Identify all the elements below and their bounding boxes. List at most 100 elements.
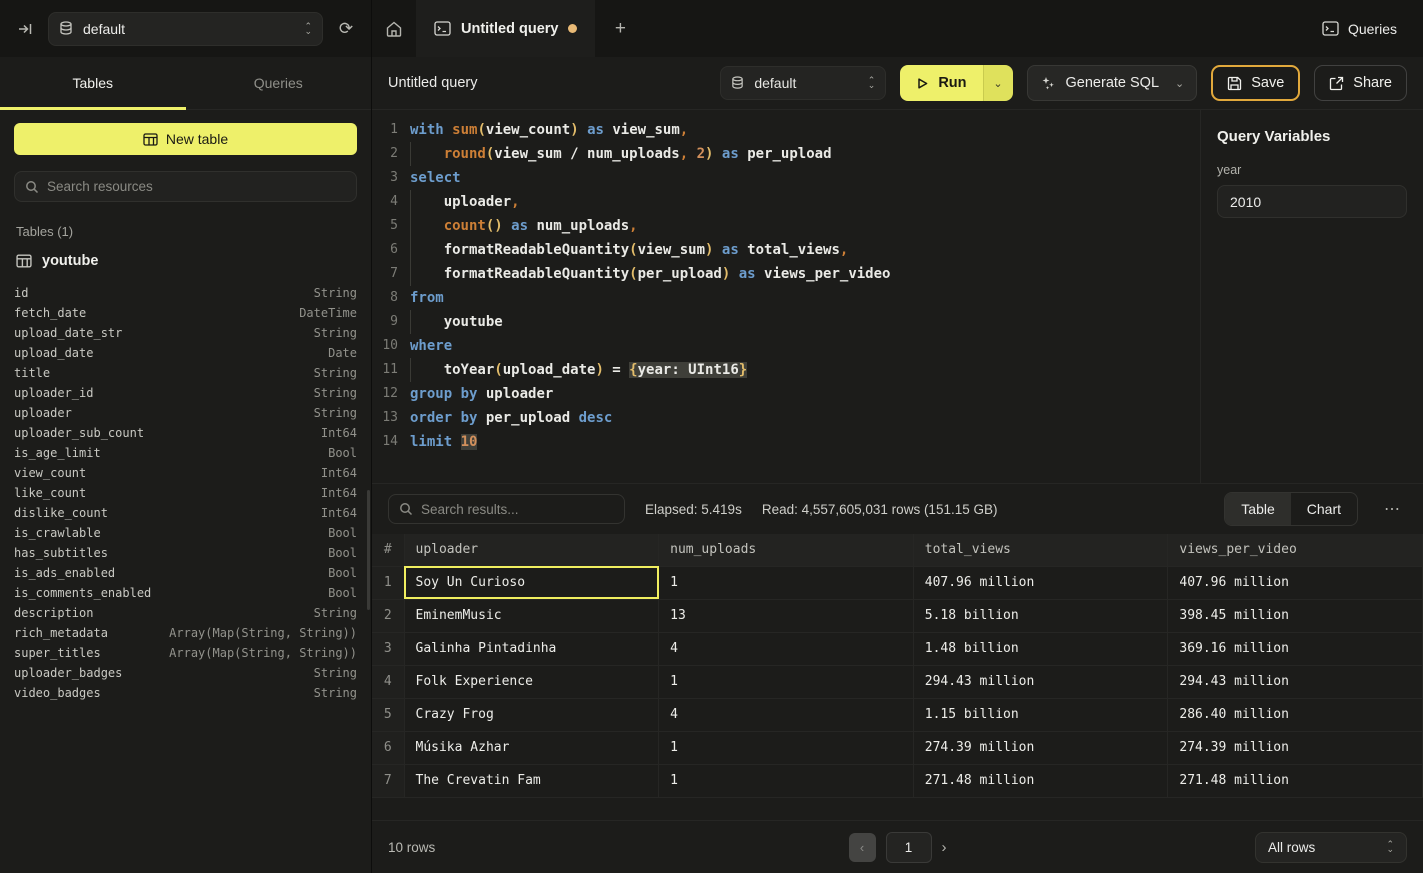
schema-column-row[interactable]: idString (14, 283, 357, 303)
tab-queries[interactable]: Queries (186, 57, 372, 109)
schema-column-row[interactable]: titleString (14, 363, 357, 383)
cell[interactable]: Crazy Frog (404, 698, 659, 731)
code-line[interactable]: 8from (372, 286, 1200, 310)
column-header-uploader[interactable]: uploader (404, 534, 659, 566)
cell[interactable]: Músika Azhar (404, 731, 659, 764)
schema-column-row[interactable]: upload_date_strString (14, 323, 357, 343)
sql-editor[interactable]: 1with sum(view_count) as view_sum,2 roun… (372, 110, 1200, 483)
cell[interactable]: 1.48 billion (913, 632, 1168, 665)
column-header-num_uploads[interactable]: num_uploads (659, 534, 914, 566)
tab-tables[interactable]: Tables (0, 57, 186, 109)
prev-page-button[interactable]: ‹ (849, 833, 876, 862)
schema-column-row[interactable]: dislike_countInt64 (14, 503, 357, 523)
cell[interactable]: 5.18 billion (913, 599, 1168, 632)
cell[interactable]: 4 (659, 632, 914, 665)
code-line[interactable]: 5 count() as num_uploads, (372, 214, 1200, 238)
cell[interactable]: Soy Un Curioso (404, 566, 659, 599)
schema-column-row[interactable]: is_crawlableBool (14, 523, 357, 543)
run-button[interactable]: Run (900, 65, 982, 101)
cell[interactable]: 1 (659, 764, 914, 797)
new-query-tab-button[interactable]: + (595, 0, 645, 57)
schema-column-row[interactable]: like_countInt64 (14, 483, 357, 503)
code-line[interactable]: 10where (372, 334, 1200, 358)
code-line[interactable]: 14limit 10 (372, 430, 1200, 454)
code-line[interactable]: 4 uploader, (372, 190, 1200, 214)
resource-search[interactable] (14, 171, 357, 202)
cell[interactable]: Galinha Pintadinha (404, 632, 659, 665)
schema-column-row[interactable]: video_badgesString (14, 683, 357, 703)
current-page[interactable]: 1 (886, 832, 932, 863)
cell[interactable]: Folk Experience (404, 665, 659, 698)
cell[interactable]: 1 (659, 566, 914, 599)
schema-column-row[interactable]: fetch_dateDateTime (14, 303, 357, 323)
cell[interactable]: 369.16 million (1168, 632, 1423, 665)
toolbar-database-selector[interactable]: default ⌃⌄ (720, 66, 886, 100)
new-table-button[interactable]: New table (14, 123, 357, 155)
cell[interactable]: The Crevatin Fam (404, 764, 659, 797)
schema-column-row[interactable]: is_ads_enabledBool (14, 563, 357, 583)
cell[interactable]: 398.45 million (1168, 599, 1423, 632)
resource-search-input[interactable] (47, 179, 346, 194)
schema-column-row[interactable]: uploader_idString (14, 383, 357, 403)
database-selector[interactable]: default ⌃⌄ (48, 12, 323, 46)
sidebar-scrollbar[interactable] (367, 490, 370, 610)
code-line[interactable]: 13order by per_upload desc (372, 406, 1200, 430)
schema-column-row[interactable]: is_age_limitBool (14, 443, 357, 463)
next-page-button[interactable]: › (942, 839, 947, 856)
schema-column-row[interactable]: uploaderString (14, 403, 357, 423)
refresh-button[interactable]: ⟳ (333, 16, 359, 42)
cell[interactable]: 286.40 million (1168, 698, 1423, 731)
schema-column-row[interactable]: super_titlesArray(Map(String, String)) (14, 643, 357, 663)
share-button[interactable]: Share (1314, 65, 1407, 101)
cell[interactable]: EminemMusic (404, 599, 659, 632)
cell[interactable]: 407.96 million (913, 566, 1168, 599)
schema-column-row[interactable]: uploader_badgesString (14, 663, 357, 683)
cell[interactable]: 13 (659, 599, 914, 632)
run-options-button[interactable]: ⌄ (983, 65, 1013, 101)
schema-column-row[interactable]: has_subtitlesBool (14, 543, 357, 563)
query-tab-untitled[interactable]: Untitled query (416, 0, 595, 57)
schema-column-row[interactable]: uploader_sub_countInt64 (14, 423, 357, 443)
code-line[interactable]: 1with sum(view_count) as view_sum, (372, 118, 1200, 142)
cell[interactable]: 274.39 million (913, 731, 1168, 764)
queries-panel-button[interactable]: Queries (1296, 0, 1423, 57)
code-line[interactable]: 3select (372, 166, 1200, 190)
variable-input-year[interactable] (1217, 185, 1407, 218)
column-name: upload_date (14, 343, 93, 363)
code-line[interactable]: 11 toYear(upload_date) = {year: UInt16} (372, 358, 1200, 382)
cell[interactable]: 407.96 million (1168, 566, 1423, 599)
cell[interactable]: 1 (659, 731, 914, 764)
cell[interactable]: 294.43 million (913, 665, 1168, 698)
results-search-input[interactable] (421, 502, 614, 517)
cell[interactable]: 294.43 million (1168, 665, 1423, 698)
cell[interactable]: 4 (659, 698, 914, 731)
code-line[interactable]: 6 formatReadableQuantity(view_sum) as to… (372, 238, 1200, 262)
home-button[interactable] (372, 0, 416, 57)
code-line[interactable]: 12group by uploader (372, 382, 1200, 406)
code-line[interactable]: 7 formatReadableQuantity(per_upload) as … (372, 262, 1200, 286)
schema-column-row[interactable]: descriptionString (14, 603, 357, 623)
cell[interactable]: 274.39 million (1168, 731, 1423, 764)
results-search[interactable] (388, 494, 625, 524)
code-line[interactable]: 9 youtube (372, 310, 1200, 334)
generate-sql-button[interactable]: Generate SQL ⌄ (1027, 65, 1198, 101)
cell[interactable]: 1 (659, 665, 914, 698)
collapse-sidebar-button[interactable] (12, 16, 38, 42)
code-line[interactable]: 2 round(view_sum / num_uploads, 2) as pe… (372, 142, 1200, 166)
cell[interactable]: 271.48 million (913, 764, 1168, 797)
schema-column-row[interactable]: rich_metadataArray(Map(String, String)) (14, 623, 357, 643)
table-row: 7The Crevatin Fam1271.48 million271.48 m… (372, 764, 1423, 797)
view-tab-table[interactable]: Table (1225, 493, 1290, 525)
page-size-selector[interactable]: All rows ⌃⌄ (1255, 832, 1407, 863)
results-more-button[interactable]: ⋯ (1378, 495, 1407, 523)
column-header-total_views[interactable]: total_views (913, 534, 1168, 566)
schema-column-row[interactable]: upload_dateDate (14, 343, 357, 363)
column-header-views_per_video[interactable]: views_per_video (1168, 534, 1423, 566)
cell[interactable]: 1.15 billion (913, 698, 1168, 731)
schema-column-row[interactable]: is_comments_enabledBool (14, 583, 357, 603)
table-entry-youtube[interactable]: youtube (14, 251, 357, 279)
save-button[interactable]: Save (1211, 65, 1300, 101)
schema-column-row[interactable]: view_countInt64 (14, 463, 357, 483)
cell[interactable]: 271.48 million (1168, 764, 1423, 797)
view-tab-chart[interactable]: Chart (1291, 493, 1357, 525)
